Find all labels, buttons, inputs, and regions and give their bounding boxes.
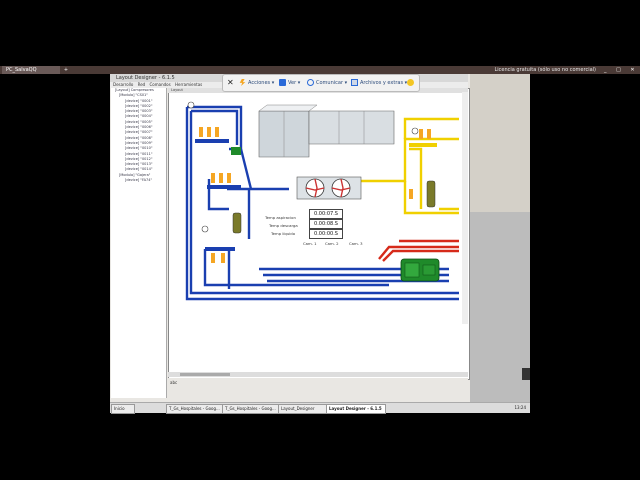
separator-tank	[232, 212, 242, 234]
taskbar-item-1[interactable]: T_Gs_Hospitales - Goog...	[166, 404, 224, 414]
temp-liquido-label: Temp líquido	[271, 231, 296, 236]
start-button[interactable]: Inicio	[111, 404, 135, 414]
side-handle[interactable]	[522, 368, 530, 380]
compressor	[400, 258, 440, 282]
gauge-1	[187, 101, 195, 109]
temp-aspiracion-value: 0.00:07.S	[309, 209, 343, 219]
tree-device-list: [device] "0001" [device] "0002" [device] "…	[111, 99, 166, 173]
temp-liquido-value: 0.00:00.S	[309, 229, 343, 239]
menu-desarrollo[interactable]: Desarrollo	[113, 82, 133, 87]
condenser-unit	[296, 176, 362, 200]
temp-aspiracion-label: Temp aspiracion	[265, 215, 296, 220]
app-title: Layout Designer - 6.1.5	[116, 75, 175, 81]
desktop-background-lower	[470, 212, 530, 412]
tree-device[interactable]: [device] "FA74"	[111, 178, 166, 183]
cam-1-label: Cam. 1	[303, 241, 317, 246]
license-text: Licencia gratuita (sólo uso no comercial…	[494, 67, 596, 73]
toolbar-comunicar[interactable]: Comunicar ▾	[307, 75, 347, 91]
valve-green	[231, 147, 241, 155]
comunicar-label: Comunicar	[316, 80, 344, 86]
file-icon	[351, 79, 358, 86]
menu-comandos[interactable]: Comandos	[150, 82, 171, 87]
toolbar-feedback[interactable]	[407, 75, 416, 91]
add-tab-button[interactable]: +	[58, 66, 74, 74]
toolbar-ver[interactable]: Ver ▾	[279, 75, 300, 91]
temp-descarga-value: 0.00:08.S	[309, 219, 343, 229]
tab-pc-salvaqq[interactable]: PC_SalvaQQ	[2, 66, 60, 74]
toolbar-archivos[interactable]: Archivos y extras ▾	[351, 75, 407, 91]
manifold-liquid	[409, 143, 437, 147]
discharge-pipes	[378, 239, 459, 262]
manifold-bottom	[205, 247, 235, 251]
taskbar-item-active[interactable]: Layout Designer - 6.1.5	[326, 404, 386, 414]
temp-descarga-label: Temp descarga	[269, 223, 298, 228]
layout-tree: [Layout] Compresores [Modulo] "CS01" [de…	[111, 88, 167, 398]
acciones-label: Acciones	[248, 80, 271, 86]
window-controls[interactable]: _ □ ✕	[600, 66, 638, 74]
cold-room	[258, 104, 395, 158]
ver-label: Ver	[288, 80, 297, 86]
menu-herramientas[interactable]: Herramientas	[175, 82, 202, 87]
tab-strip: PC_SalvaQQ + Licencia gratuita (sólo uso…	[0, 66, 640, 74]
cam-2-label: Cam. 2	[325, 241, 339, 246]
scrollbar-thumb[interactable]	[180, 373, 230, 376]
lower-panel: abc	[168, 378, 468, 398]
taskbar: Inicio T_Gs_Hospitales - Goog... T_Gs_Ho…	[110, 402, 530, 414]
canvas-vertical-scrollbar[interactable]	[462, 92, 468, 324]
receiver-tank	[426, 180, 436, 208]
manifold-mid	[207, 185, 241, 189]
smiley-icon	[407, 79, 414, 86]
cam-3-label: Cam. 3	[349, 241, 363, 246]
gauge-3	[411, 127, 419, 135]
monitor-icon	[279, 79, 286, 86]
taskbar-item-2[interactable]: T_Gs_Hospitales - Goog...	[222, 404, 280, 414]
toolbar-close-button[interactable]: ✕	[227, 75, 234, 91]
gauge-2	[201, 225, 209, 233]
lower-panel-label: abc	[170, 380, 178, 385]
taskbar-item-3[interactable]: Layout_Designer	[278, 404, 328, 414]
menu-red[interactable]: Red	[138, 82, 146, 87]
phone-icon	[307, 79, 314, 86]
manifold-top	[195, 139, 229, 143]
lightning-icon	[239, 79, 246, 86]
tab-label: PC_SalvaQQ	[6, 67, 37, 73]
remote-toolbar: ✕ Acciones ▾ Ver ▾ Comunicar ▾ Archivos …	[222, 74, 420, 92]
toolbar-acciones[interactable]: Acciones ▾	[239, 75, 274, 91]
taskbar-clock: 13:24	[514, 405, 526, 410]
layout-canvas[interactable]: Temp aspiracion Temp descarga Temp líqui…	[168, 88, 470, 380]
canvas-header-label: Layout	[171, 88, 183, 92]
archivos-label: Archivos y extras	[360, 80, 404, 86]
